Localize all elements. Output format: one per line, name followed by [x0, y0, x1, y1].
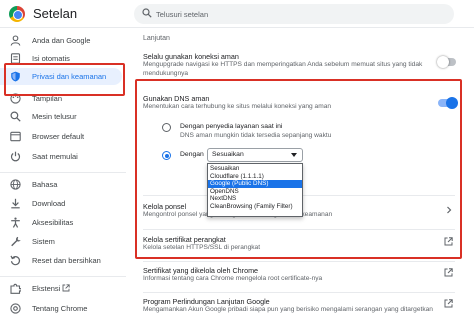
- chevron-right-icon[interactable]: [445, 206, 453, 214]
- external-link-icon[interactable]: [444, 299, 453, 308]
- power-icon: [10, 151, 21, 162]
- search-bar[interactable]: [134, 4, 454, 24]
- app-header: Setelan: [0, 0, 474, 28]
- sidebar-divider: [0, 276, 126, 277]
- chrome-icon: [10, 303, 21, 314]
- sidebar-item-label: Aksesibilitas: [32, 218, 74, 227]
- sidebar-item-label: Mesin telusur: [32, 112, 77, 121]
- custom-provider-label: Dengan: [180, 151, 204, 158]
- manage-certs-subtitle: Kelola setelan HTTPS/SSL di perangkat: [143, 244, 261, 251]
- chevron-down-icon: [291, 153, 297, 157]
- current-provider-note: DNS aman mungkin tidak tersedia sepanjan…: [180, 132, 332, 139]
- manage-phones-title: Kelola ponsel: [143, 202, 187, 211]
- globe-icon: [10, 179, 21, 190]
- sidebar-item-about-chrome[interactable]: Tentang Chrome: [0, 300, 126, 316]
- external-link-icon[interactable]: [444, 268, 453, 277]
- dropdown-option[interactable]: CleanBrowsing (Family Filter): [208, 203, 302, 211]
- sidebar-item-label: Isi otomatis: [32, 54, 70, 63]
- dns-provider-dropdown: Sesuaikan Cloudflare (1.1.1.1) Google (P…: [207, 163, 303, 217]
- wrench-icon: [11, 236, 21, 247]
- current-provider-label: Dengan penyedia layanan saat ini: [180, 123, 283, 130]
- reset-icon: [10, 255, 21, 266]
- radio-custom-provider[interactable]: [162, 151, 171, 160]
- secure-connection-subtitle: Mengupgrade navigasi ke HTTPS dan memper…: [143, 61, 423, 77]
- advanced-protection-subtitle: Mengamankan Akun Google pribadi siapa pu…: [143, 306, 433, 313]
- row-divider: [143, 292, 455, 293]
- dropdown-option[interactable]: Sesuaikan: [208, 165, 302, 173]
- sidebar-item-default-browser[interactable]: Browser default: [0, 128, 126, 145]
- dropdown-option-highlighted[interactable]: Google (Public DNS): [208, 180, 302, 188]
- external-link-icon: [62, 284, 70, 292]
- sidebar-item-languages[interactable]: Bahasa: [0, 176, 126, 193]
- sidebar-item-label: Reset dan bersihkan: [32, 256, 101, 265]
- row-divider: [143, 229, 455, 230]
- secure-connection-toggle[interactable]: [437, 56, 456, 68]
- dropdown-option[interactable]: OpenDNS: [208, 188, 302, 196]
- sidebar-item-label: Tentang Chrome: [32, 304, 88, 313]
- sidebar-item-on-startup[interactable]: Saat memulai: [0, 148, 126, 165]
- search-icon: [10, 111, 21, 122]
- highlight-box-privacy: [4, 63, 125, 96]
- sidebar-item-downloads[interactable]: Download: [0, 195, 126, 212]
- sidebar-item-search-engine[interactable]: Mesin telusur: [0, 108, 126, 125]
- row-divider: [143, 261, 455, 262]
- sidebar-item-label: Browser default: [32, 132, 85, 141]
- section-heading: Lanjutan: [143, 35, 170, 42]
- dropdown-option[interactable]: Cloudflare (1.1.1.1): [208, 173, 302, 181]
- sidebar-item-label: Saat memulai: [32, 152, 78, 161]
- dns-provider-selected-value: Sesuaikan: [212, 151, 244, 158]
- sidebar: Anda dan Google Isi otomatis Privasi dan…: [0, 28, 126, 316]
- dropdown-option[interactable]: NextDNS: [208, 195, 302, 203]
- external-link-icon[interactable]: [444, 237, 453, 246]
- radio-current-provider[interactable]: [162, 123, 171, 132]
- person-icon: [10, 35, 21, 46]
- settings-main: Lanjutan Selalu gunakan koneksi aman Men…: [135, 28, 463, 316]
- chrome-certs-subtitle: Informasi tentang cara Chrome mengelola …: [143, 275, 323, 282]
- sidebar-item-reset[interactable]: Reset dan bersihkan: [0, 252, 126, 269]
- dns-provider-select[interactable]: Sesuaikan: [207, 148, 303, 162]
- sidebar-item-label: Ekstensi: [32, 284, 61, 293]
- manage-certs-title: Kelola sertifikat perangkat: [143, 235, 226, 244]
- sidebar-item-label: Anda dan Google: [32, 36, 91, 45]
- secure-dns-subtitle: Menentukan cara terhubung ke situs melal…: [143, 103, 332, 110]
- sidebar-item-label: Download: [32, 199, 66, 208]
- search-input[interactable]: [156, 4, 446, 24]
- secure-dns-title: Gunakan DNS aman: [143, 94, 210, 103]
- sidebar-divider: [0, 172, 126, 173]
- secure-connection-title: Selalu gunakan koneksi aman: [143, 52, 239, 61]
- sidebar-item-accessibility[interactable]: Aksesibilitas: [0, 214, 126, 231]
- sidebar-item-extensions[interactable]: Ekstensi: [0, 280, 126, 297]
- accessibility-icon: [11, 217, 20, 228]
- secure-dns-toggle[interactable]: [438, 97, 458, 109]
- advanced-protection-title: Program Perlindungan Lanjutan Google: [143, 297, 270, 306]
- sidebar-item-system[interactable]: Sistem: [0, 233, 126, 250]
- sidebar-item-label: Bahasa: [32, 180, 58, 189]
- puzzle-icon: [10, 283, 21, 294]
- download-icon: [11, 198, 20, 209]
- sidebar-item-you-and-google[interactable]: Anda dan Google: [0, 32, 126, 49]
- browser-icon: [10, 131, 21, 142]
- search-icon: [142, 8, 152, 18]
- chrome-certs-title: Sertifikat yang dikelola oleh Chrome: [143, 266, 259, 275]
- app-title: Setelan: [33, 6, 78, 21]
- chrome-logo-icon: [9, 6, 25, 22]
- sidebar-item-label: Sistem: [32, 237, 55, 246]
